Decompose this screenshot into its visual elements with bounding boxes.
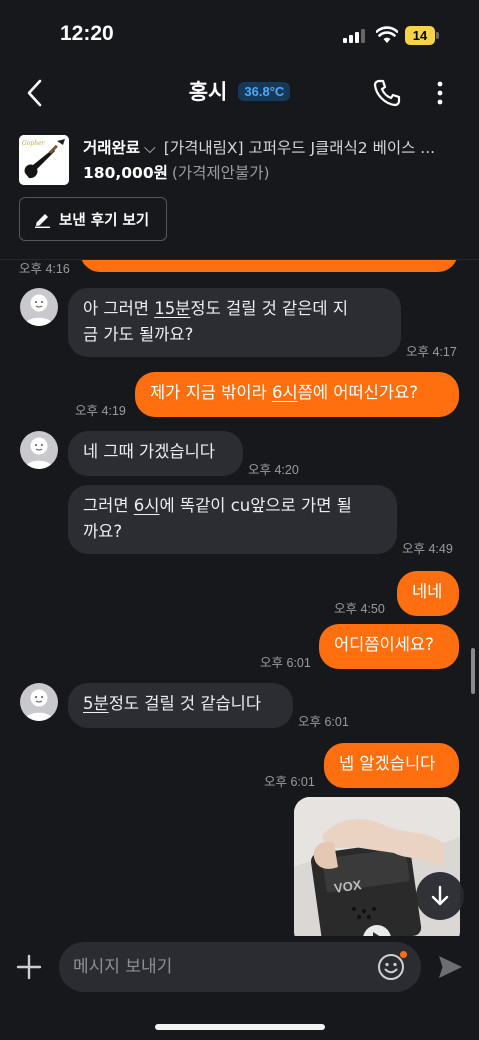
status-bar: 12:20 14	[0, 0, 479, 70]
avatar[interactable]	[20, 431, 58, 469]
product-thumbnail[interactable]: Gopher	[19, 135, 69, 185]
message-bubble-incoming[interactable]: 네 그때 가겠습니다	[68, 431, 243, 476]
message-text: 그러면	[83, 496, 134, 515]
message-text: 정도 걸릴 것 같습니다	[108, 694, 262, 713]
message-time: 오후 4:20	[248, 463, 299, 477]
message-bubble-outgoing[interactable]	[80, 260, 458, 272]
status-time: 12:20	[60, 22, 114, 45]
plus-icon[interactable]	[16, 954, 42, 980]
message-text-underlined: 5분	[83, 694, 109, 713]
message-bubble-outgoing[interactable]: 제가 지금 밖이라 6시쯤에 어떠신가요?	[135, 372, 459, 417]
avatar-icon	[24, 437, 54, 469]
message-bubble-outgoing[interactable]: 네네	[397, 571, 459, 616]
wifi-icon	[376, 26, 398, 43]
avatar-icon	[24, 689, 54, 721]
arrow-down-icon	[431, 885, 449, 906]
message-text: 에 똑같이 cu앞으로 가면 될	[159, 496, 352, 515]
message-text: 쯤에 어떠신가요?	[297, 383, 418, 402]
product-line1: 거래완료 ⌵ [가격내림X] 고퍼우드 J클래식2 베이스 ...	[83, 136, 463, 158]
message-text: 아 그러면	[83, 299, 155, 318]
message-time: 오후 4:19	[75, 404, 126, 418]
message-composer	[0, 936, 479, 1040]
message-time: 오후 4:49	[402, 542, 453, 556]
message-bubble-outgoing[interactable]: 넵 알겠습니다	[324, 743, 459, 788]
review-button-label: 보낸 후기 보기	[59, 212, 150, 229]
scroll-to-bottom-button[interactable]	[416, 872, 464, 920]
pencil-icon	[35, 213, 50, 228]
product-price: 180,000원	[83, 164, 168, 182]
message-time: 오후 4:17	[406, 345, 457, 359]
price-note: (가격제안불가)	[171, 164, 270, 182]
chat-messages[interactable]: 오후 4:16 아 그러면 15분정도 걸릴 것 같은데 지 금 가도 될까요?…	[0, 260, 479, 936]
product-info[interactable]: Gopher 거래완료 ⌵ [가격내림X] 고퍼우드 J클래식2 베이스 ... 1…	[0, 126, 479, 260]
svg-text:Gopher: Gopher	[22, 140, 46, 147]
home-indicator	[155, 1024, 325, 1030]
message-time: 오후 6:01	[264, 775, 315, 789]
message-input[interactable]	[73, 942, 373, 992]
message-bubble-incoming[interactable]: 아 그러면 15분정도 걸릴 것 같은데 지 금 가도 될까요?	[68, 288, 401, 357]
product-title: [가격내림X] 고퍼우드 J클래식2 베이스 ...	[163, 139, 436, 157]
message-line: 금 가도 될까요?	[83, 325, 194, 344]
message-line: 그러면 6시에 똑같이 cu앞으로 가면 될	[83, 493, 382, 519]
message-bubble-incoming[interactable]: 5분정도 걸릴 것 같습니다	[68, 683, 293, 728]
bass-guitar-image: Gopher	[19, 135, 69, 185]
message-line: 까요?	[83, 522, 123, 541]
avatar[interactable]	[20, 288, 58, 326]
message-bubble-incoming[interactable]: 그러면 6시에 똑같이 cu앞으로 가면 될 까요?	[68, 485, 397, 554]
message-time: 오후 4:50	[334, 602, 385, 616]
battery-tip	[436, 32, 439, 39]
trade-status[interactable]: 거래완료	[83, 139, 140, 157]
phone-icon[interactable]	[372, 78, 402, 108]
page-title: 홍시	[188, 80, 228, 104]
battery-icon: 14	[405, 26, 435, 45]
message-text: 제가 지금 밖이라	[150, 383, 272, 402]
chat-header: 홍시 36.8°C	[0, 70, 479, 116]
chevron-down-icon[interactable]: ⌵	[144, 139, 156, 157]
avatar-icon	[24, 294, 54, 326]
message-text: 정도 걸릴 것 같은데 지	[190, 299, 349, 318]
message-text-underlined: 15분	[154, 299, 191, 318]
avatar[interactable]	[20, 683, 58, 721]
header-title-wrap: 홍시 36.8°C	[0, 76, 479, 106]
message-time: 오후 4:16	[19, 262, 70, 276]
message-input-box[interactable]	[59, 942, 421, 992]
message-bubble-outgoing[interactable]: 어디쯤이세요?	[319, 624, 459, 669]
message-time: 오후 6:01	[260, 656, 311, 670]
review-button[interactable]: 보낸 후기 보기	[19, 197, 167, 241]
scrollbar[interactable]	[471, 648, 475, 694]
message-text-underlined: 6시	[133, 496, 160, 515]
message-line: 아 그러면 15분정도 걸릴 것 같은데 지	[83, 296, 386, 322]
message-time: 오후 6:01	[298, 715, 349, 729]
more-icon[interactable]	[432, 78, 448, 108]
send-icon[interactable]	[436, 953, 464, 981]
message-text-underlined: 6시	[272, 383, 298, 402]
manner-temperature-badge: 36.8°C	[238, 81, 291, 101]
signal-icon	[343, 29, 367, 43]
product-line2: 180,000원 (가격제안불가)	[83, 161, 270, 183]
notification-dot	[400, 951, 407, 958]
